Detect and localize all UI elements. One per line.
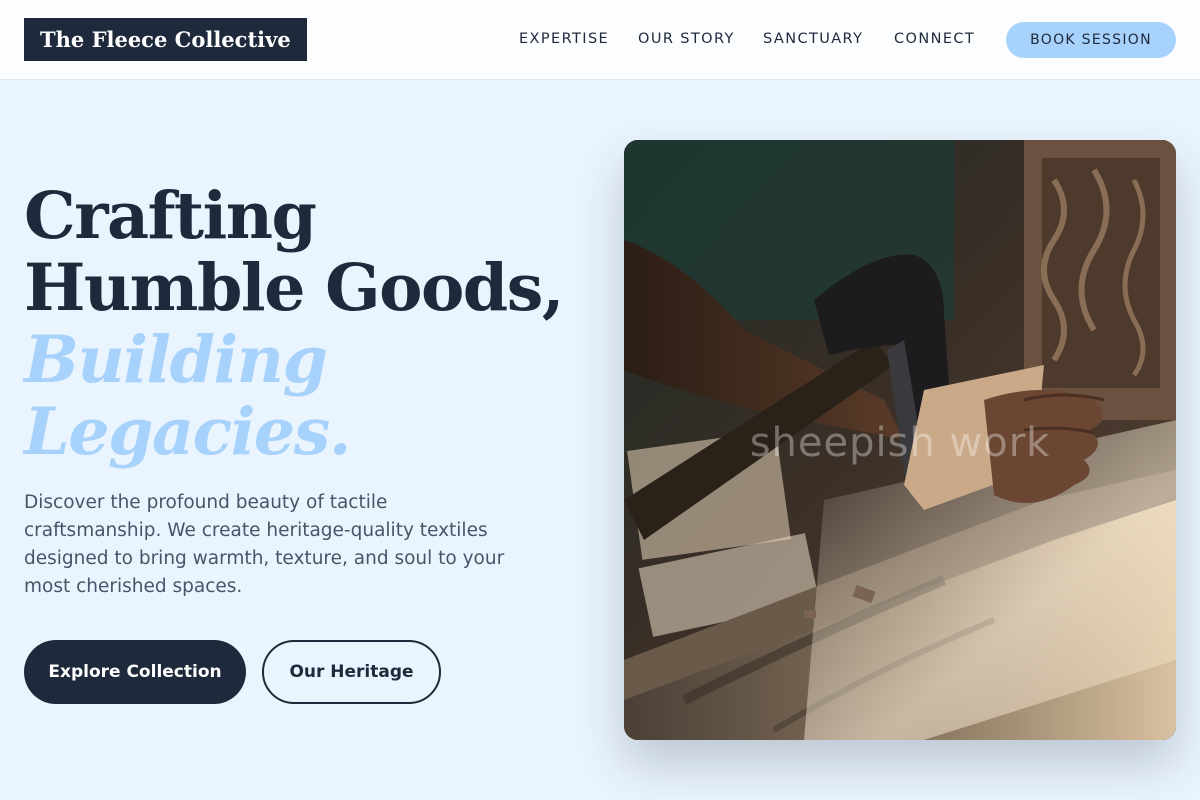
site-header: The Fleece Collective EXPERTISE OUR STOR… — [0, 0, 1200, 80]
nav-link-connect[interactable]: CONNECT — [894, 31, 975, 47]
headline-line-1: Crafting — [24, 178, 317, 254]
nav-link-expertise[interactable]: EXPERTISE — [519, 31, 609, 47]
explore-collection-button[interactable]: Explore Collection — [24, 640, 246, 704]
headline-accent-line-2: Legacies. — [24, 394, 351, 470]
hero-description: Discover the profound beauty of tactile … — [24, 492, 505, 597]
nav-link-our-story[interactable]: OUR STORY — [638, 31, 735, 47]
hero-image-woodworking: sheepish work — [624, 140, 1176, 740]
woodworking-illustration — [624, 140, 1176, 740]
headline-accent-line-1: Building — [24, 322, 328, 398]
nav-link-sanctuary[interactable]: SANCTUARY — [763, 31, 863, 47]
hero-headline: Crafting Humble Goods, Building Legacies… — [24, 180, 604, 468]
book-session-button[interactable]: BOOK SESSION — [1006, 22, 1176, 58]
our-heritage-button[interactable]: Our Heritage — [262, 640, 441, 704]
brand-logo[interactable]: The Fleece Collective — [24, 18, 307, 61]
headline-line-2: Humble Goods, — [24, 250, 564, 326]
